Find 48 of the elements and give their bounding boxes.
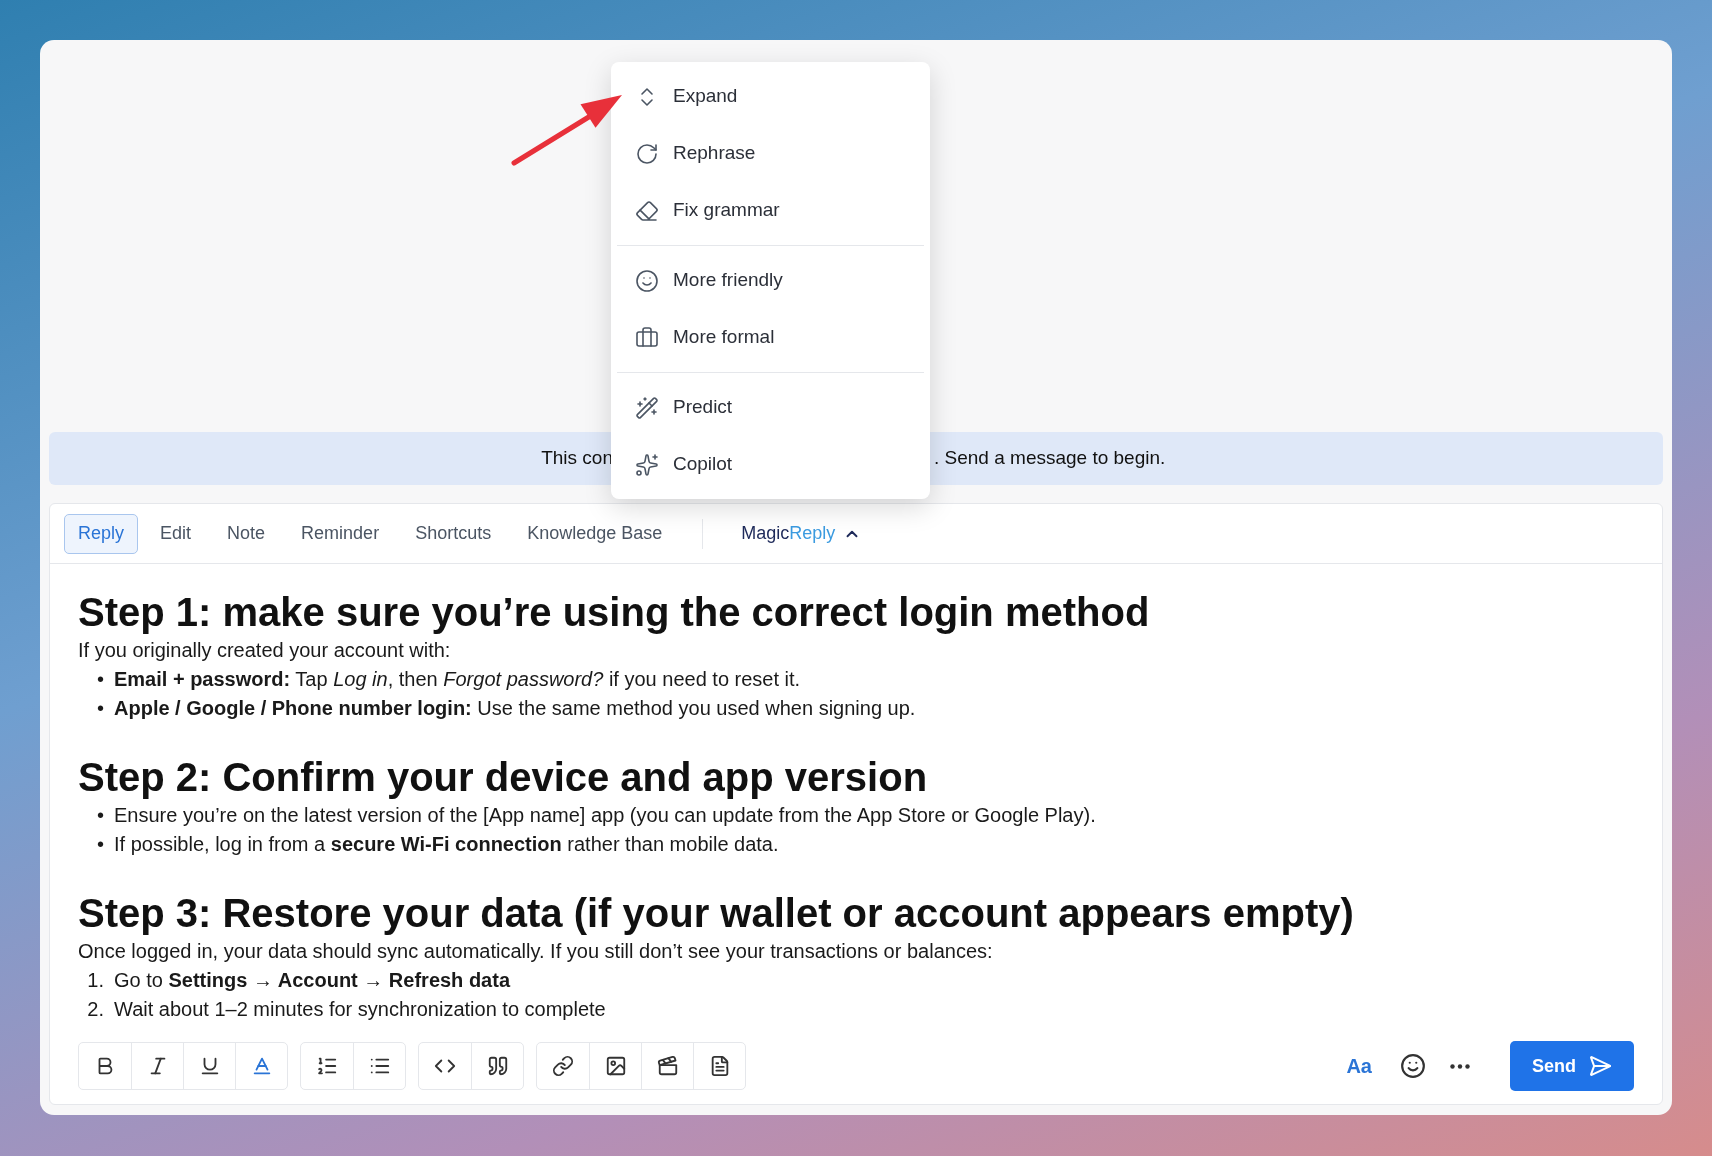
list-item-text: Go to Settings → Account → Refresh data (114, 968, 511, 993)
list-marker: 2. (86, 997, 105, 1022)
link-icon (552, 1055, 574, 1077)
image-icon (604, 1055, 627, 1077)
step-heading: Step 3: Restore your data (if your wallet or account appears empty) (78, 890, 1355, 937)
smiley-icon (1400, 1053, 1426, 1079)
font-button[interactable]: Aa (1338, 1051, 1380, 1081)
body-text: If you originally created your account with: (78, 638, 452, 663)
menu-item[interactable]: Expand (617, 68, 924, 125)
editor-tab[interactable]: Note (213, 513, 280, 554)
editor-tab[interactable]: Edit (146, 513, 206, 554)
magic-reply-button[interactable]: MagicReply (729, 513, 874, 554)
menu-item[interactable]: Predict (617, 379, 924, 436)
menu-item[interactable]: Rephrase (617, 125, 924, 182)
refresh-icon (635, 141, 659, 166)
eraser-icon (635, 198, 659, 223)
sparkles-icon (635, 452, 659, 477)
list-item-text: Wait about 1–2 minutes for synchronization to complete (114, 997, 606, 1022)
menu-item[interactable]: Copilot (617, 436, 924, 493)
menu-item[interactable]: More formal (617, 309, 924, 366)
body-text: Once logged in, your data should sync automatically. If you still don’t see your transactions or balances: (78, 939, 994, 964)
list-marker: • (96, 832, 105, 857)
list-item-text: Email + password: Tap Log in, then Forgot password? if you need to reset it. (114, 667, 801, 692)
list-marker: • (96, 803, 105, 828)
list-item-text: Apple / Google / Phone number login: Use the same method you used when signing up. (114, 696, 916, 721)
list-marker: 1. (86, 968, 105, 993)
editor-tab[interactable]: Knowledge Base (513, 513, 677, 554)
step-heading: Step 2: Confirm your device and app version (78, 754, 929, 801)
numbered-list-icon (316, 1055, 338, 1077)
list-item-text: If possible, log in from a secure Wi-Fi connection rather than mobile data. (114, 832, 779, 857)
send-button[interactable]: Send (1510, 1041, 1634, 1091)
list-item-text: Ensure you’re on the latest version of the [App name] app (you can update from the App Store or Google Play). (114, 803, 1096, 828)
step-heading: Step 1: make sure you’re using the correct login method (78, 589, 1151, 636)
quote-icon (486, 1055, 509, 1077)
list-marker: • (96, 667, 105, 692)
editor-tab[interactable]: Shortcuts (401, 513, 506, 554)
send-icon (1588, 1054, 1612, 1078)
editor-tab[interactable]: Reply (64, 513, 139, 554)
menu-item[interactable]: More friendly (617, 252, 924, 309)
briefcase-icon (635, 325, 659, 350)
magic-wand-icon (635, 395, 659, 420)
more-icon (1450, 1063, 1470, 1069)
list-marker: • (96, 696, 105, 721)
menu-item[interactable]: Fix grammar (617, 182, 924, 239)
video-icon (656, 1055, 679, 1077)
smiley-icon (635, 268, 659, 293)
banner-text: . Send a message to begin. (934, 446, 1166, 471)
editor-tab[interactable]: Reminder (287, 513, 394, 554)
